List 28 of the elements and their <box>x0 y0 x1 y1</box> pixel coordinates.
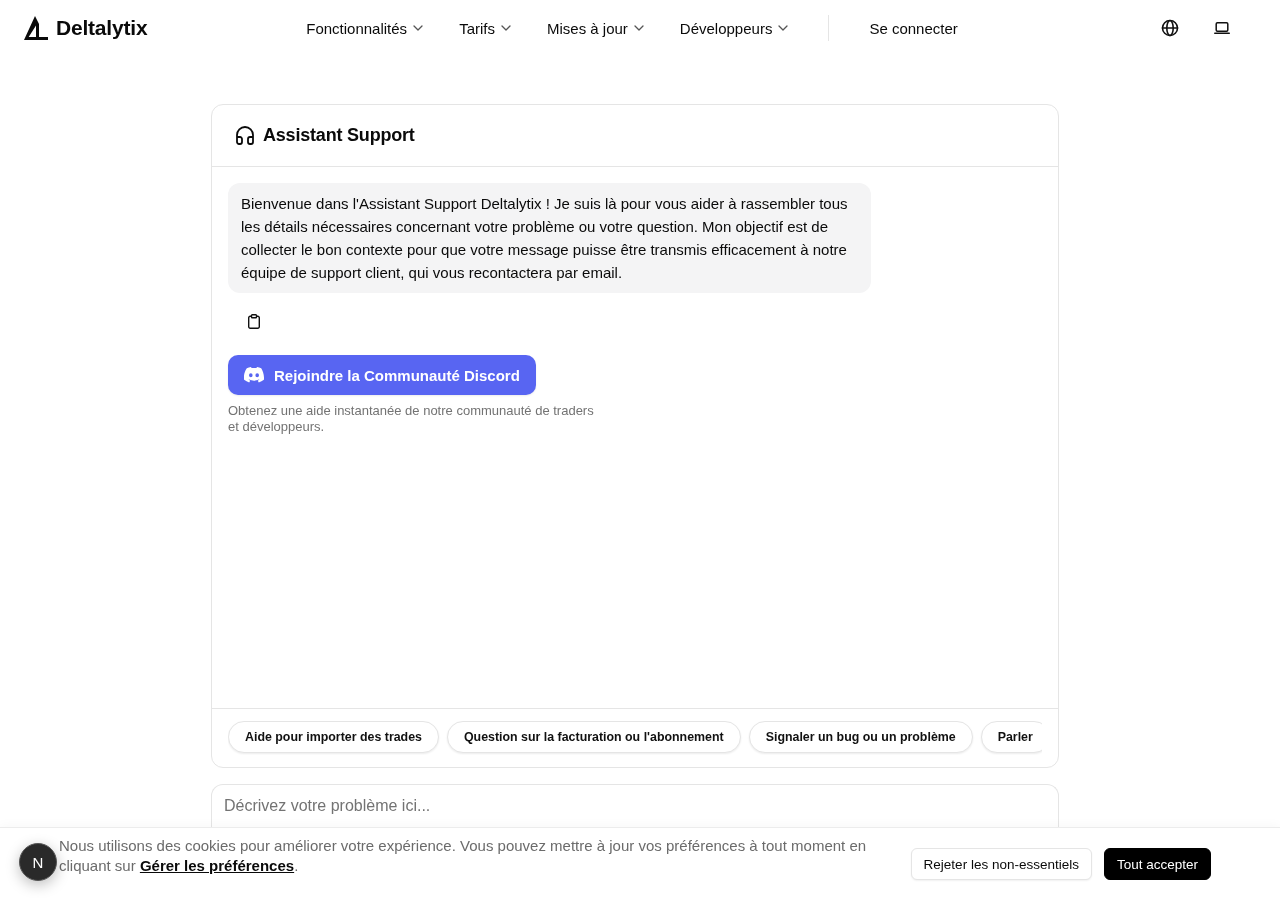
headphones-icon <box>236 126 254 145</box>
reject-button[interactable]: Rejeter les non-essentiels <box>910 848 1092 880</box>
chevron-down-icon <box>500 25 511 31</box>
nav-menu-button[interactable]: Mises à jour <box>536 13 654 43</box>
sign-in-link[interactable]: Se connecter <box>859 13 968 43</box>
brand-name: Deltalytix <box>56 16 148 40</box>
chevron-down-icon <box>778 25 789 31</box>
chevron-down-icon <box>633 25 644 31</box>
suggestion-chip[interactable]: Signaler un bug ou un problème <box>748 721 973 753</box>
nav-menu-button[interactable]: Fonctionnalités <box>296 13 434 43</box>
suggestion-chip[interactable]: Parler <box>980 721 1042 753</box>
panel-title: Assistant Support <box>263 125 415 146</box>
cookie-notice-text: Nous utilisons des cookies pour améliorer votre expérience. Vous pouvez mettre à jour vos préférences à tout moment en cliquant sur Gérer les préférences. <box>59 835 868 876</box>
accept-button[interactable]: Tout accepter <box>1103 848 1211 880</box>
triangle-logo-icon <box>24 16 48 40</box>
assistant-message: Bienvenue dans l'Assistant Support Deltalytix ! Je suis là pour vous aider à rassembler tous les détails nécessaires concernant votre problème ou votre question. Mon objectif est de collecter le bon contexte pour que votre message puisse être transmis efficacement à notre équipe de support client, qui vous recontactera par email. <box>228 183 871 293</box>
suggestion-chip[interactable]: Aide pour importer des trades <box>228 721 439 753</box>
discord-logo-icon <box>244 367 264 383</box>
chevron-down-icon <box>413 25 424 31</box>
globe-icon <box>1161 19 1179 37</box>
message-input[interactable]: Décrivez votre problème ici... <box>211 784 1059 830</box>
nav-menu-button[interactable]: Développeurs <box>669 13 799 43</box>
nav-menu-button[interactable]: Tarifs <box>449 13 521 43</box>
join-community-button[interactable]: Rejoindre la Communauté Discord <box>228 355 536 395</box>
laptop-icon <box>1214 22 1230 34</box>
community-caption: Obtenez une aide instantanée de notre communauté de traders et développeurs. <box>228 403 595 435</box>
clipboard-icon <box>248 313 260 329</box>
suggestion-chip[interactable]: Question sur la facturation ou l'abonnement <box>446 721 741 753</box>
